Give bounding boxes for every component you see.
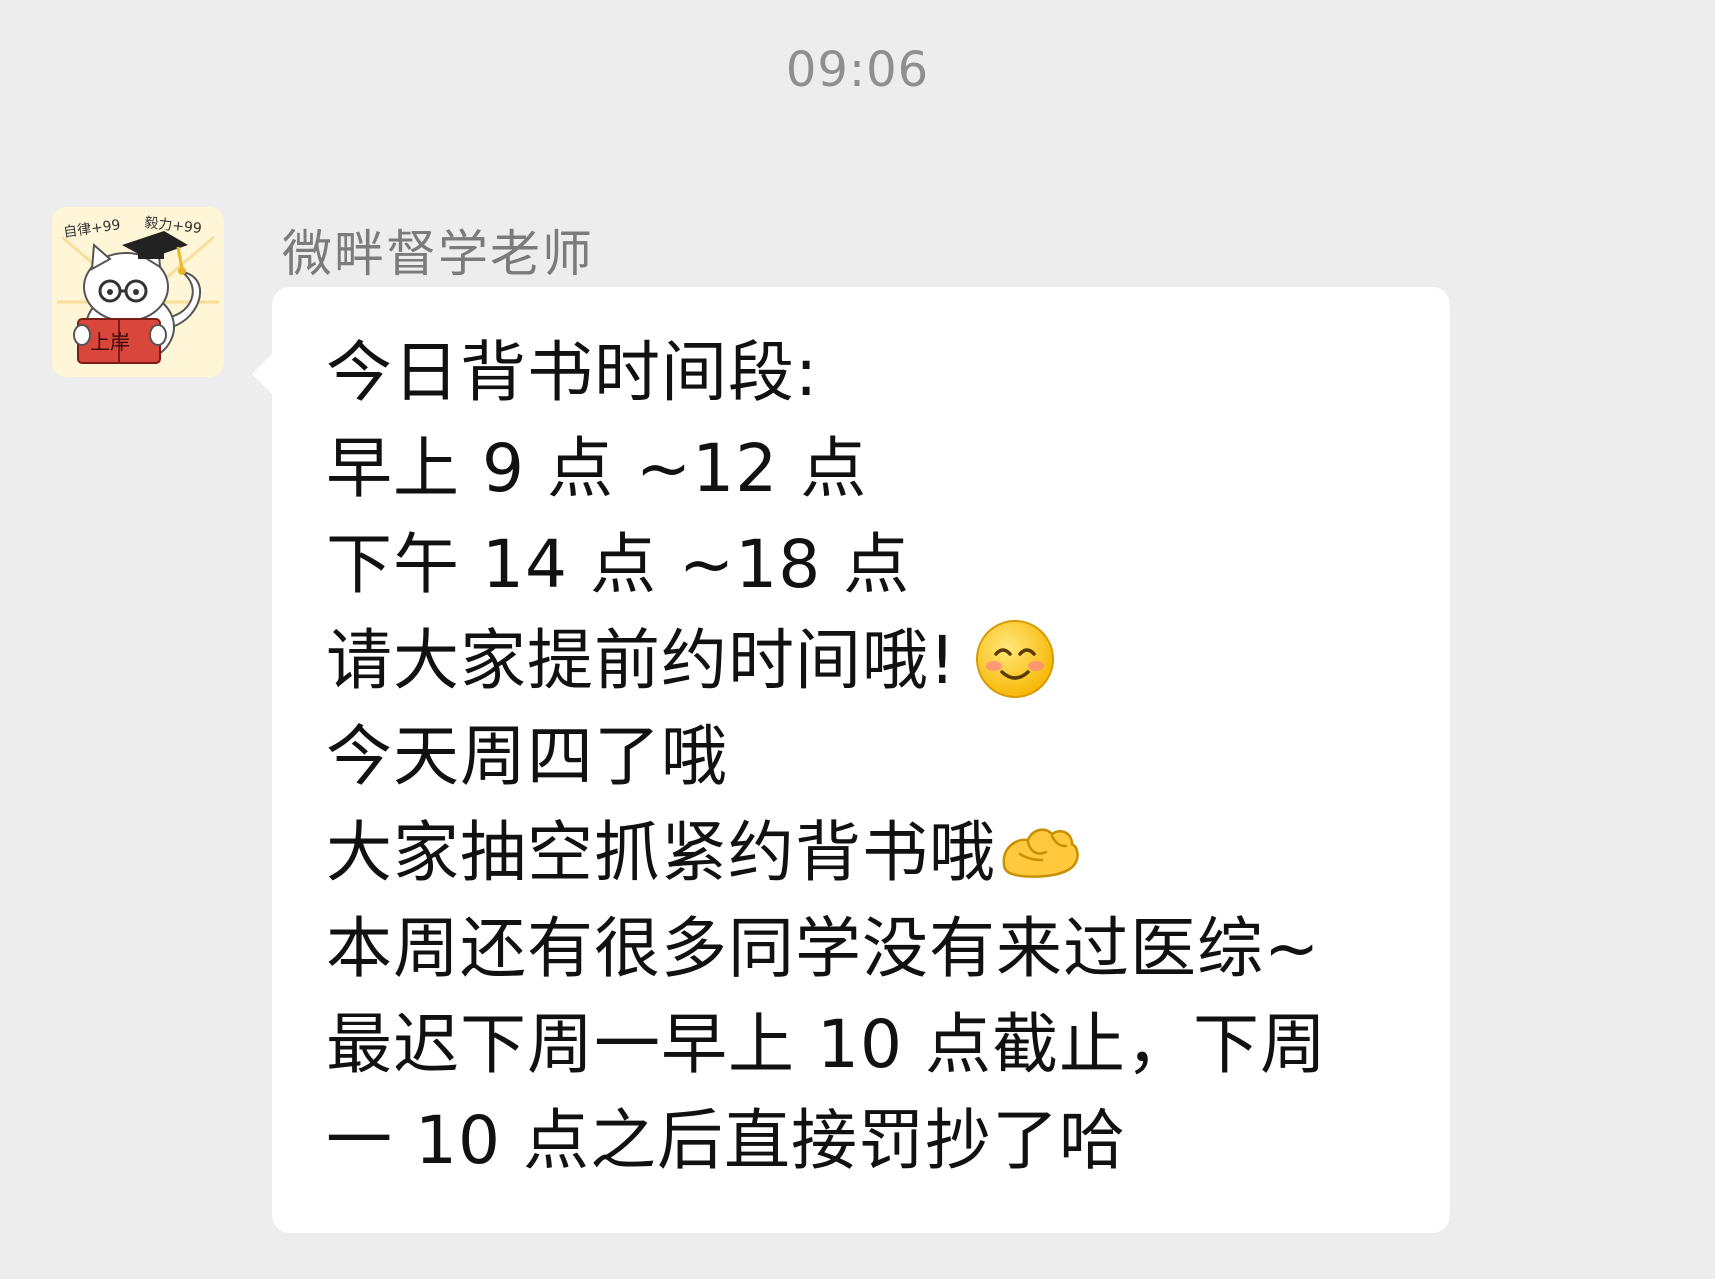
message-line: 一 10 点之后直接罚抄了哈 — [326, 1093, 1426, 1189]
sender-name: 微畔督学老师 — [282, 225, 594, 283]
smiling-face-emoji-icon — [974, 618, 1056, 700]
message-line-text: 今日背书时间段: — [326, 334, 819, 411]
avatar-book-text: 上岸 — [90, 330, 130, 354]
message-line: 下午 14 点 ~18 点 — [326, 517, 1426, 613]
message-line: 今天周四了哦 — [326, 709, 1426, 805]
message-line: 最迟下周一早上 10 点截止，下周 — [326, 997, 1426, 1093]
message-line: 早上 9 点 ~12 点 — [326, 421, 1426, 517]
message-line-text: 大家抽空抓紧约背书哦 — [326, 814, 996, 891]
message-line: 大家抽空抓紧约背书哦 — [326, 805, 1426, 901]
message-line-text: 一 10 点之后直接罚抄了哈 — [326, 1102, 1126, 1179]
message-line-text: 最迟下周一早上 10 点截止，下周 — [326, 1006, 1327, 1083]
message-line-text: 请大家提前约时间哦! — [326, 622, 957, 699]
message-line-text: 今天周四了哦 — [326, 718, 728, 795]
message-line: 本周还有很多同学没有来过医综~ — [326, 901, 1426, 997]
message-text: 今日背书时间段: 早上 9 点 ~12 点 下午 14 点 ~18 点 请大家提… — [326, 325, 1426, 1189]
message-line-text: 本周还有很多同学没有来过医综~ — [326, 910, 1321, 987]
flexed-biceps-emoji-icon — [998, 820, 1082, 882]
message-line: 请大家提前约时间哦! — [326, 613, 1426, 709]
message-line-text: 下午 14 点 ~18 点 — [326, 526, 911, 603]
message-line: 今日背书时间段: — [326, 325, 1426, 421]
bubble-tail — [252, 352, 274, 396]
cat-scholar-avatar-icon: 自律+99 毅力+99 上岸 — [52, 207, 224, 377]
message-timestamp: 09:06 — [785, 42, 930, 98]
sender-avatar[interactable]: 自律+99 毅力+99 上岸 — [52, 207, 224, 377]
message-line-text: 早上 9 点 ~12 点 — [326, 430, 868, 507]
